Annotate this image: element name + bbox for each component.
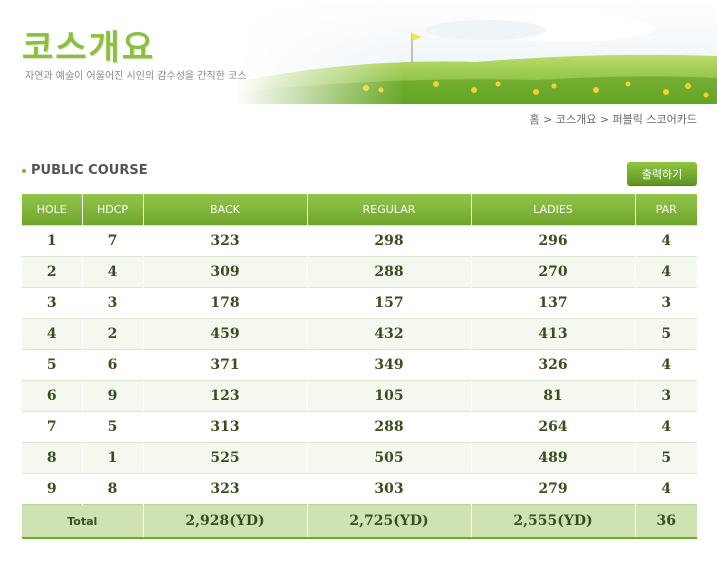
cell-par: 3 (634, 380, 697, 412)
cell-hole: 1 (22, 225, 82, 257)
table-row: 5 6 371 349 326 4 (22, 349, 697, 381)
cell-hdcp: 2 (81, 318, 143, 350)
cell-regular: 105 (306, 380, 471, 412)
cell-back: 309 (142, 256, 307, 288)
column-header-regular: REGULAR (306, 194, 471, 226)
column-header-back: BACK (142, 194, 307, 226)
cell-ladies: 81 (470, 380, 635, 412)
table-row: 8 1 525 505 489 5 (22, 442, 697, 474)
cell-regular: 303 (306, 473, 471, 505)
table-row: 3 3 178 157 137 3 (22, 287, 697, 319)
cell-back: 178 (142, 287, 307, 319)
cell-hdcp: 4 (81, 256, 143, 288)
cell-ladies: 279 (470, 473, 635, 505)
bullet-icon (22, 168, 26, 173)
cell-hdcp: 9 (81, 380, 143, 412)
cell-regular: 157 (306, 287, 471, 319)
cell-hole: 2 (22, 256, 82, 288)
cell-hole: 3 (22, 287, 82, 319)
column-header-hole: HOLE (22, 194, 82, 226)
cell-back: 525 (142, 442, 307, 474)
cell-ladies: 326 (470, 349, 635, 381)
table-row: 4 2 459 432 413 5 (22, 318, 697, 350)
cell-regular: 432 (306, 318, 471, 350)
table-header-row: HOLE HDCP BACK REGULAR LADIES PAR (22, 194, 697, 226)
cell-regular: 288 (306, 256, 471, 288)
section-title: PUBLIC COURSE (22, 163, 148, 178)
cell-par: 5 (634, 442, 697, 474)
cell-hole: 6 (22, 380, 82, 412)
cell-ladies: 489 (470, 442, 635, 474)
cell-par: 4 (634, 349, 697, 381)
cell-par: 4 (634, 225, 697, 257)
total-row: Total 2,928(YD) 2,725(YD) 2,555(YD) 36 (22, 504, 697, 538)
cell-back: 313 (142, 411, 307, 443)
scorecard-table: HOLE HDCP BACK REGULAR LADIES PAR 1 7 32… (22, 194, 697, 539)
total-par: 36 (634, 504, 697, 538)
table-row: 2 4 309 288 270 4 (22, 256, 697, 288)
cell-hole: 8 (22, 442, 82, 474)
cell-regular: 288 (306, 411, 471, 443)
column-header-hdcp: HDCP (81, 194, 143, 226)
cell-hdcp: 1 (81, 442, 143, 474)
cell-hdcp: 3 (81, 287, 143, 319)
page-title: 코스개요 (22, 28, 156, 68)
cell-regular: 505 (306, 442, 471, 474)
table-row: 6 9 123 105 81 3 (22, 380, 697, 412)
cell-back: 371 (142, 349, 307, 381)
cell-hole: 7 (22, 411, 82, 443)
section-title-text: PUBLIC COURSE (31, 163, 148, 178)
cell-hdcp: 6 (81, 349, 143, 381)
cell-hole: 9 (22, 473, 82, 505)
total-ladies: 2,555(YD) (470, 504, 635, 538)
cell-par: 4 (634, 411, 697, 443)
cell-hole: 5 (22, 349, 82, 381)
cell-back: 323 (142, 473, 307, 505)
total-label: Total (22, 504, 143, 538)
cell-hdcp: 5 (81, 411, 143, 443)
cell-ladies: 137 (470, 287, 635, 319)
table-row: 9 8 323 303 279 4 (22, 473, 697, 505)
golf-course-illustration (236, 0, 717, 104)
column-header-ladies: LADIES (470, 194, 635, 226)
table-row: 1 7 323 298 296 4 (22, 225, 697, 257)
cell-hdcp: 8 (81, 473, 143, 505)
total-regular: 2,725(YD) (306, 504, 471, 538)
cell-par: 3 (634, 287, 697, 319)
total-back: 2,928(YD) (142, 504, 307, 538)
page-subtitle: 자연과 예술이 어울어진 시인의 감수성을 간직한 코스 (25, 71, 247, 82)
cell-regular: 349 (306, 349, 471, 381)
column-header-par: PAR (634, 194, 697, 226)
cell-hole: 4 (22, 318, 82, 350)
cell-back: 459 (142, 318, 307, 350)
cell-regular: 298 (306, 225, 471, 257)
cell-par: 4 (634, 473, 697, 505)
header-banner: 코스개요 자연과 예술이 어울어진 시인의 감수성을 간직한 코스 (0, 0, 717, 104)
cell-ladies: 296 (470, 225, 635, 257)
cell-ladies: 270 (470, 256, 635, 288)
cell-ladies: 264 (470, 411, 635, 443)
cell-ladies: 413 (470, 318, 635, 350)
print-button[interactable]: 출력하기 (627, 162, 697, 185)
cell-par: 4 (634, 256, 697, 288)
cell-hdcp: 7 (81, 225, 143, 257)
table-row: 7 5 313 288 264 4 (22, 411, 697, 443)
breadcrumb: 홈 > 코스개요 > 퍼블릭 스코어카드 (529, 113, 697, 126)
cell-par: 5 (634, 318, 697, 350)
cell-back: 323 (142, 225, 307, 257)
cell-back: 123 (142, 380, 307, 412)
